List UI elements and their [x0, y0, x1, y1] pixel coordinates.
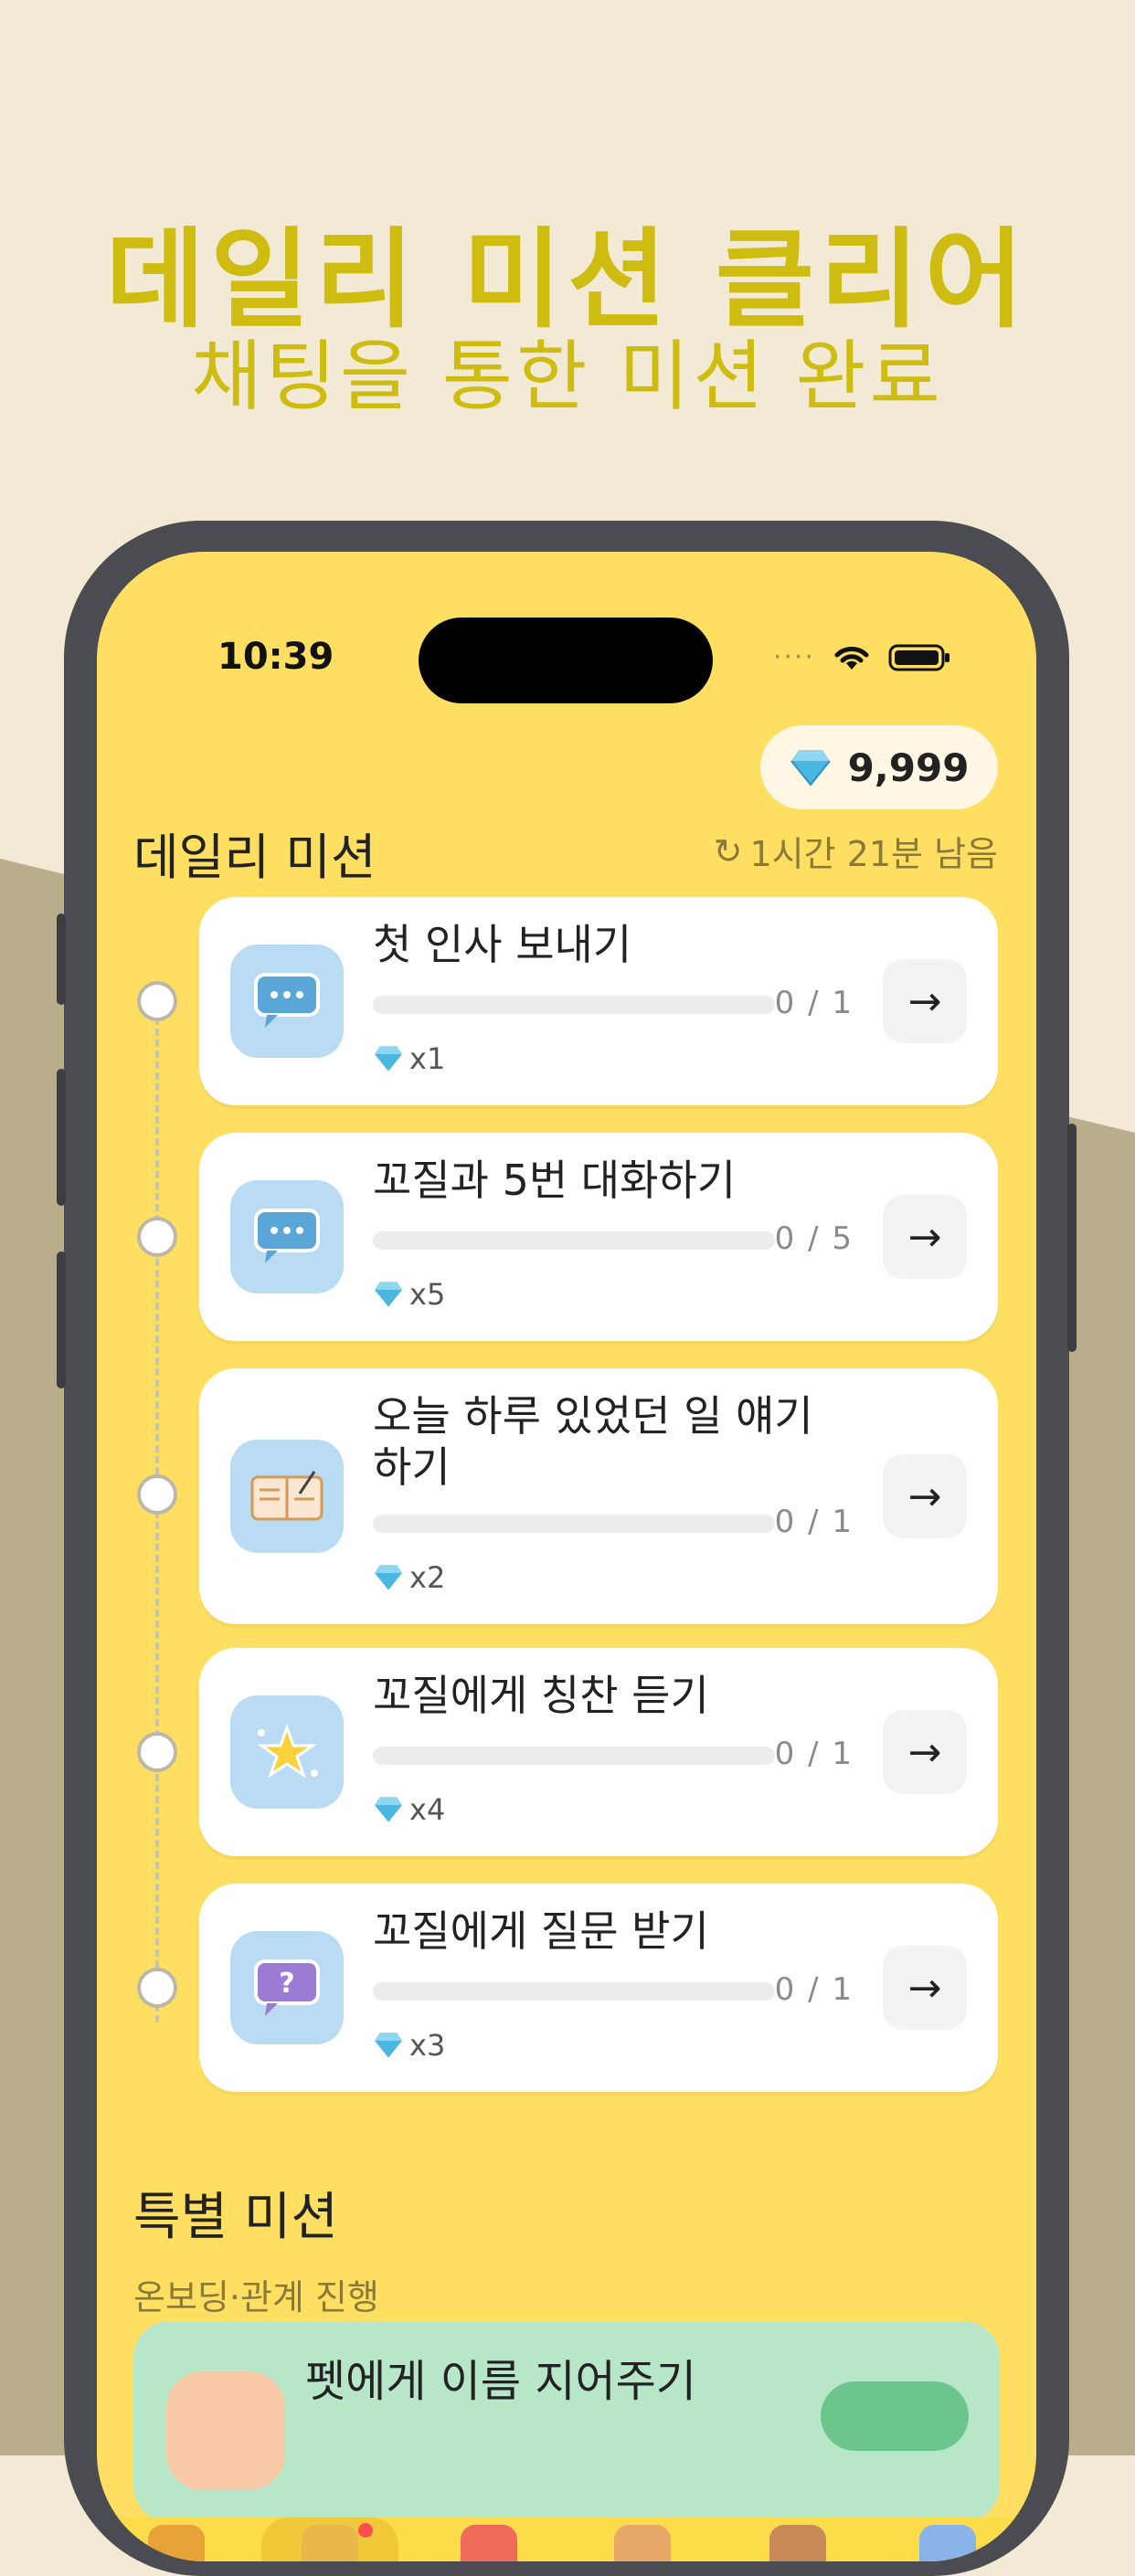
- phone-frame: 10:39 ···· 9,999 데일리 미션 ↻ 1시간 21분 남음 첫 인…: [57, 521, 1077, 2576]
- shop-tab-icon[interactable]: [461, 2525, 517, 2561]
- special-mission-button[interactable]: [821, 2381, 969, 2451]
- daily-missions-title: 데일리 미션: [133, 829, 377, 886]
- diamond-icon: [375, 1565, 402, 1590]
- phone-volume-up: [57, 1069, 66, 1206]
- mission-title: 오늘 하루 있었던 일 얘기하기: [373, 1391, 813, 1492]
- timeline-node: [137, 1732, 177, 1772]
- mission-card[interactable]: ? 꼬질에게 질문 받기 0 / 1 x3 →: [199, 1884, 998, 2092]
- mission-timer: ↻ 1시간 21분 남음: [714, 826, 998, 876]
- notification-dot: [358, 2523, 373, 2538]
- mission-progress: 0 / 1: [774, 1971, 854, 2008]
- pet-avatar: [166, 2371, 285, 2490]
- timeline-node: [137, 1968, 177, 2008]
- go-arrow-button[interactable]: →: [883, 1195, 967, 1279]
- gem-balance[interactable]: 9,999: [760, 725, 998, 809]
- mission-reward: x1: [373, 1041, 445, 1076]
- app-screen: 10:39 ···· 9,999 데일리 미션 ↻ 1시간 21분 남음 첫 인…: [97, 552, 1036, 2561]
- phone-power-button: [1067, 1124, 1077, 1352]
- diamond-icon: [375, 1797, 402, 1822]
- reward-amount: x5: [409, 1277, 446, 1312]
- reward-amount: x2: [409, 1560, 446, 1595]
- sparkle-star-icon: [230, 1695, 344, 1809]
- special-missions-subtitle: 온보딩·관계 진행: [133, 2277, 379, 2317]
- mission-progress-bar: [373, 1515, 775, 1533]
- arrow-right-icon: →: [907, 1213, 942, 1261]
- go-arrow-button[interactable]: →: [883, 1710, 967, 1794]
- mission-progress-bar: [373, 996, 775, 1014]
- mission-title: 꼬질과 5번 대화하기: [373, 1156, 737, 1205]
- chat-bubble-icon: [230, 1180, 344, 1293]
- mission-progress: 0 / 1: [774, 1736, 854, 1772]
- mission-card[interactable]: 꼬질과 5번 대화하기 0 / 5 x5 →: [199, 1133, 998, 1341]
- chat-tab-icon[interactable]: [919, 2525, 976, 2561]
- mission-reward: x2: [373, 1560, 445, 1595]
- timeline-node: [137, 1474, 177, 1515]
- arrow-right-icon: →: [907, 1964, 942, 2011]
- mission-progress: 0 / 1: [774, 1504, 854, 1540]
- go-arrow-button[interactable]: →: [883, 1454, 967, 1538]
- timeline-node: [137, 981, 177, 1021]
- gem-count: 9,999: [847, 744, 970, 790]
- status-time: 10:39: [217, 636, 334, 678]
- arrow-right-icon: →: [907, 1728, 942, 1776]
- question-bubble-icon: ?: [230, 1931, 344, 2044]
- wifi-icon: [834, 646, 869, 670]
- dynamic-island: [419, 618, 713, 703]
- special-mission-card[interactable]: 펫에게 이름 지어주기: [133, 2321, 1000, 2522]
- diamond-icon: [375, 2032, 402, 2058]
- phone-side-button: [57, 913, 66, 1005]
- mission-reward: x4: [373, 1792, 445, 1827]
- mission-progress: 0 / 1: [774, 985, 854, 1021]
- mission-title: 첫 인사 보내기: [373, 920, 632, 969]
- mission-reward: x3: [373, 2028, 445, 2063]
- timer-label: 1시간 21분 남음: [749, 834, 999, 874]
- mission-progress-bar: [373, 1747, 775, 1765]
- home-tab-icon[interactable]: [148, 2525, 205, 2561]
- mission-title: 꼬질에게 칭찬 듣기: [373, 1671, 709, 1720]
- arrow-right-icon: →: [907, 977, 942, 1025]
- mission-tab-icon[interactable]: [302, 2525, 358, 2561]
- status-icons: ····: [773, 641, 952, 673]
- reward-amount: x3: [409, 2028, 446, 2063]
- refresh-icon: ↻: [713, 830, 743, 871]
- phone-volume-down: [57, 1251, 66, 1388]
- tab-bar: [97, 2518, 1036, 2561]
- reward-amount: x4: [409, 1792, 446, 1827]
- mission-progress-bar: [373, 1982, 775, 2001]
- reward-amount: x1: [409, 1041, 446, 1076]
- diamond-icon: [375, 1282, 402, 1307]
- signal-icon: ····: [772, 641, 815, 673]
- chat-bubble-icon: [230, 945, 344, 1058]
- promo-subheadline: 채팅을 통한 미션 완료: [191, 332, 944, 421]
- battery-icon: [888, 644, 949, 670]
- diamond-icon: [375, 1046, 402, 1072]
- mission-card[interactable]: 오늘 하루 있었던 일 얘기하기 0 / 1 x2 →: [199, 1368, 998, 1624]
- timeline-node: [137, 1217, 177, 1257]
- timeline-line: [155, 1018, 159, 2022]
- friends-tab-icon[interactable]: [769, 2525, 826, 2561]
- mission-progress-bar: [373, 1231, 775, 1250]
- go-arrow-button[interactable]: →: [883, 1946, 967, 2030]
- mission-reward: x5: [373, 1277, 445, 1312]
- go-arrow-button[interactable]: →: [883, 959, 967, 1043]
- mission-progress: 0 / 5: [774, 1220, 854, 1257]
- diamond-icon: [790, 750, 831, 787]
- pet-tab-icon[interactable]: [614, 2525, 671, 2561]
- mission-title: 꼬질에게 질문 받기: [373, 1906, 709, 1956]
- mission-card[interactable]: 첫 인사 보내기 0 / 1 x1 →: [199, 897, 998, 1105]
- diary-book-icon: [230, 1440, 344, 1553]
- svg-text:?: ?: [279, 1968, 294, 2000]
- special-mission-title: 펫에게 이름 지어주기: [305, 2356, 696, 2407]
- mission-card[interactable]: 꼬질에게 칭찬 듣기 0 / 1 x4 →: [199, 1648, 998, 1856]
- arrow-right-icon: →: [907, 1473, 942, 1520]
- special-missions-title: 특별 미션: [133, 2188, 338, 2247]
